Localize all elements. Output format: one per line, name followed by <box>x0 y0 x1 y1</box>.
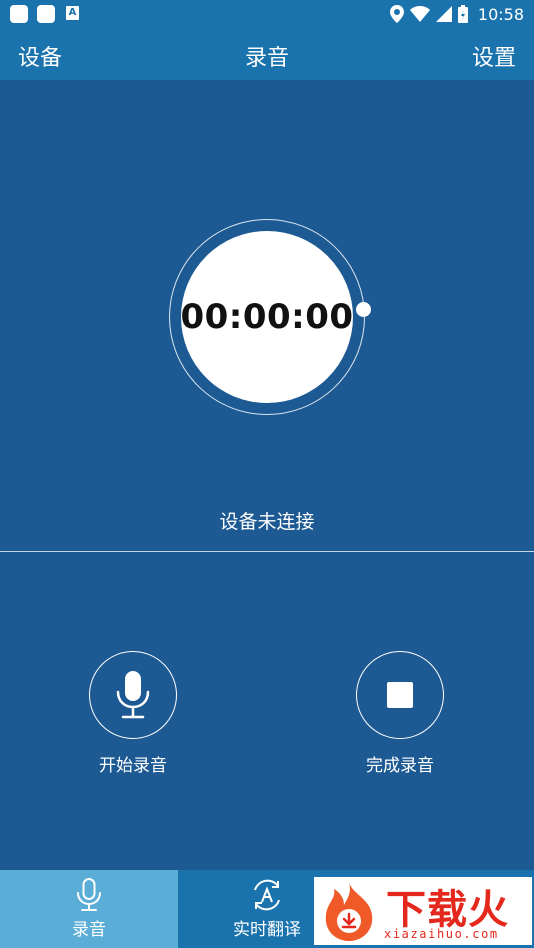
wifi-icon <box>409 6 430 22</box>
start-recording-label: 开始录音 <box>99 756 167 776</box>
flame-logo-icon <box>325 883 373 941</box>
tab-record[interactable]: 录音 <box>0 870 178 948</box>
mic-icon <box>116 671 150 719</box>
device-button[interactable]: 设备 <box>18 40 62 72</box>
finish-recording-control: 完成录音 <box>325 651 475 776</box>
app-notification-icon: A <box>66 6 79 20</box>
recording-dial: 00:00:00 <box>166 216 371 420</box>
translate-icon <box>254 879 280 911</box>
notification-icon <box>37 5 55 23</box>
watermark-url: xiazaihuo.com <box>384 927 499 941</box>
timer-display: 00:00:00 <box>180 297 354 337</box>
finish-recording-label: 完成录音 <box>366 756 434 776</box>
clock: 10:58 <box>477 4 524 24</box>
dial-face: 00:00:00 <box>180 231 354 403</box>
device-status-text: 设备未连接 <box>219 511 315 533</box>
watermark-logo: 下载火 xiazaihuo.com <box>314 877 532 945</box>
notification-icon <box>10 5 28 23</box>
status-bar: A 10:58 <box>0 0 534 28</box>
finish-recording-button[interactable] <box>356 651 444 739</box>
page-title: 录音 <box>244 46 289 71</box>
start-recording-control: 开始录音 <box>58 651 208 776</box>
progress-knob <box>356 302 371 317</box>
settings-button[interactable]: 设置 <box>472 40 516 72</box>
location-icon <box>389 5 404 23</box>
tab-record-label: 录音 <box>72 920 106 940</box>
divider <box>0 551 534 552</box>
start-recording-button[interactable] <box>89 651 177 739</box>
stop-icon <box>387 682 413 708</box>
battery-icon <box>457 5 468 23</box>
mic-icon <box>77 878 101 911</box>
toolbar: 录音 设备 设置 <box>0 28 534 80</box>
signal-icon <box>435 6 452 22</box>
